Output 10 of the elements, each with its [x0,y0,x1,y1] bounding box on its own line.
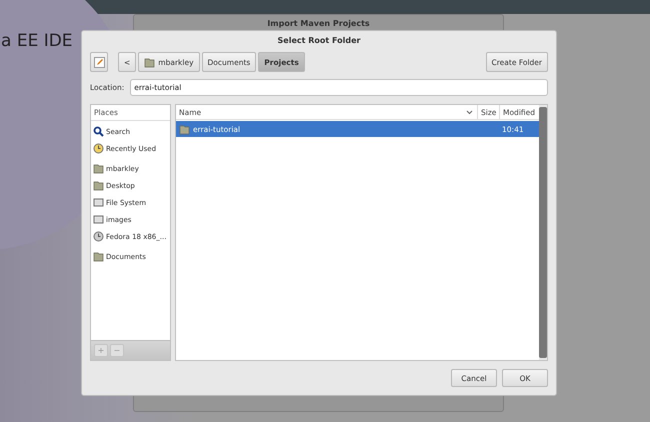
search-icon [93,126,104,137]
pencil-icon [94,56,104,68]
chevron-down-icon [466,110,473,114]
window-title: Import Maven Projects [267,19,370,28]
window-title: a EE IDE [1,31,73,51]
scrollbar[interactable] [539,105,547,360]
folder-icon [179,124,190,134]
edit-location-button[interactable] [90,52,108,72]
dialog-title: Select Root Folder [276,35,362,47]
clock-icon [93,143,104,154]
